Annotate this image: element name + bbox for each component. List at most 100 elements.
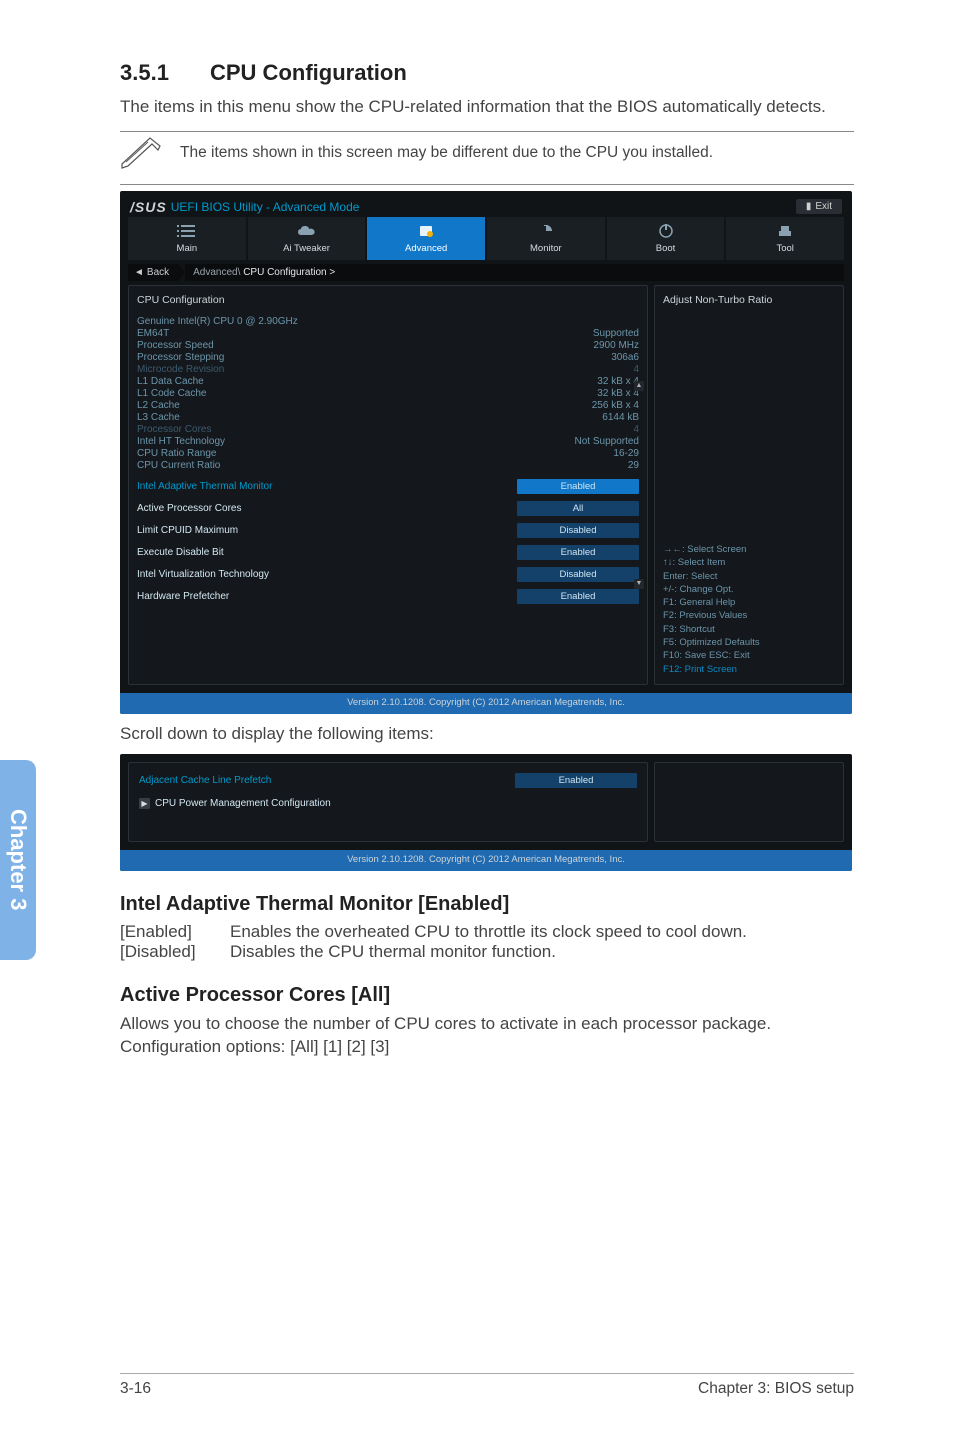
help-line: →←: Select Screen — [663, 543, 835, 556]
info-value: 6144 kB — [602, 412, 639, 423]
tab-main[interactable]: Main — [128, 217, 246, 260]
setting-row[interactable]: Intel Virtualization Technology Disabled — [137, 567, 639, 582]
breadcrumb-prefix: Advanced\ — [193, 267, 243, 278]
option-desc: Disables the CPU thermal monitor functio… — [230, 942, 556, 962]
info-value: 306a6 — [611, 352, 639, 363]
setting-label: Execute Disable Bit — [137, 547, 224, 558]
note-icon — [120, 134, 162, 172]
info-row: EM64TSupported — [137, 328, 639, 340]
setting-label: Intel Virtualization Technology — [137, 569, 269, 580]
scroll-up-icon[interactable]: ▲ — [634, 381, 644, 391]
tab-tool[interactable]: Tool — [726, 217, 844, 260]
help-line: F3: Shortcut — [663, 623, 835, 636]
info-label: CPU Ratio Range — [137, 448, 216, 459]
breadcrumb: Advanced\ CPU Configuration > — [185, 264, 844, 281]
section-heading: 3.5.1CPU Configuration — [120, 60, 854, 86]
bios-right-panel: Adjust Non-Turbo Ratio →←: Select Screen… — [654, 285, 844, 685]
info-row: L3 Cache 6144 kB — [137, 412, 639, 424]
info-label: Genuine Intel(R) CPU 0 @ 2.90GHz — [137, 316, 298, 327]
info-value: Not Supported — [575, 436, 640, 447]
intro-text: The items in this menu show the CPU-rela… — [120, 96, 854, 119]
setting-value[interactable]: Enabled — [517, 545, 639, 560]
back-button[interactable]: ◄ Back — [128, 264, 185, 281]
info-label: L3 Cache — [137, 412, 180, 423]
option-desc: Enables the overheated CPU to throttle i… — [230, 922, 747, 942]
list-icon — [175, 223, 199, 239]
exit-label: Exit — [815, 201, 832, 212]
help-block: →←: Select Screen↑↓: Select ItemEnter: S… — [663, 543, 835, 676]
exit-button[interactable]: ▮ Exit — [796, 199, 842, 214]
info-row: Processor Stepping306a6 — [137, 352, 639, 364]
section-number: 3.5.1 — [120, 60, 210, 86]
tab-row: Main Ai Tweaker Advanced Monitor Boot To… — [128, 217, 844, 260]
back-label: Back — [147, 267, 169, 278]
bios-logo-row: /SUS UEFI BIOS Utility - Advanced Mode — [130, 199, 359, 215]
panel-title: CPU Configuration — [137, 294, 639, 306]
setting-value[interactable]: Enabled — [517, 479, 639, 494]
info-row: L1 Code Cache 32 kB x 4 — [137, 388, 639, 400]
bios-title: UEFI BIOS Utility - Advanced Mode — [171, 200, 360, 214]
setting-row[interactable]: Active Processor Cores All — [137, 501, 639, 516]
info-row: CPU Ratio Range16-29 — [137, 448, 639, 460]
section-title: CPU Configuration — [210, 60, 407, 85]
tab-advanced[interactable]: Advanced — [367, 217, 485, 260]
help-line: +/-: Change Opt. — [663, 583, 835, 596]
breadcrumb-active: CPU Configuration > — [243, 267, 335, 278]
brand-logo: /SUS — [130, 199, 167, 215]
info-value: 32 kB x 4 — [597, 388, 639, 399]
monitor-icon — [534, 223, 558, 239]
subsection-heading: Active Processor Cores [All] — [120, 984, 854, 1007]
setting-row[interactable]: Hardware Prefetcher Enabled — [137, 589, 639, 604]
tab-label: Ai Tweaker — [248, 243, 366, 254]
bios-screenshot-cont: Adjacent Cache Line Prefetch Enabled ▶ C… — [120, 754, 852, 871]
info-label: L1 Data Cache — [137, 376, 204, 387]
option-row: [Disabled]Disables the CPU thermal monit… — [120, 942, 854, 962]
divider — [120, 184, 854, 185]
setting-value[interactable]: Enabled — [515, 773, 637, 788]
tab-label: Tool — [726, 243, 844, 254]
divider — [120, 131, 854, 132]
setting-label: Active Processor Cores — [137, 503, 241, 514]
setting-row[interactable]: Intel Adaptive Thermal MonitorEnabled — [137, 479, 639, 494]
back-arrow-icon: ◄ — [134, 267, 144, 278]
exit-icon: ▮ — [806, 201, 812, 212]
tab-boot[interactable]: Boot — [607, 217, 725, 260]
cloud-icon — [295, 223, 319, 239]
tab-ai-tweaker[interactable]: Ai Tweaker — [248, 217, 366, 260]
submenu-link[interactable]: CPU Power Management Configuration — [155, 798, 331, 809]
info-row: L1 Data Cache 32 kB x 4 — [137, 376, 639, 388]
setting-value[interactable]: Disabled — [517, 567, 639, 582]
scrollbar[interactable]: ▲ ▼ — [635, 381, 643, 591]
info-label: Microcode Revision — [137, 364, 224, 375]
info-label: CPU Current Ratio — [137, 460, 220, 471]
info-label: L1 Code Cache — [137, 388, 207, 399]
setting-label: Hardware Prefetcher — [137, 591, 229, 602]
footer-chapter: Chapter 3: BIOS setup — [698, 1380, 854, 1398]
info-label: Intel HT Technology — [137, 436, 225, 447]
help-line: F5: Optimized Defaults — [663, 636, 835, 649]
chip-icon — [414, 223, 438, 239]
option-key: [Disabled] — [120, 942, 230, 962]
setting-row[interactable]: Execute Disable Bit Enabled — [137, 545, 639, 560]
info-row: Genuine Intel(R) CPU 0 @ 2.90GHz — [137, 316, 639, 328]
bios2-left: Adjacent Cache Line Prefetch Enabled ▶ C… — [128, 762, 648, 842]
setting-value[interactable]: Enabled — [517, 589, 639, 604]
setting-value[interactable]: Disabled — [517, 523, 639, 538]
setting-value[interactable]: All — [517, 501, 639, 516]
setting-row[interactable]: Limit CPUID Maximum Disabled — [137, 523, 639, 538]
version-bar: Version 2.10.1208. Copyright (C) 2012 Am… — [120, 850, 852, 871]
setting-label: Limit CPUID Maximum — [137, 525, 238, 536]
chevron-right-icon: ▶ — [139, 798, 150, 809]
setting-label[interactable]: Adjacent Cache Line Prefetch — [139, 775, 271, 786]
tab-monitor[interactable]: Monitor — [487, 217, 605, 260]
info-row: Processor Speed 2900 MHz — [137, 340, 639, 352]
info-value: 2900 MHz — [593, 340, 639, 351]
note-text: The items shown in this screen may be di… — [180, 144, 713, 162]
info-label: Processor Speed — [137, 340, 214, 351]
info-value: 32 kB x 4 — [597, 376, 639, 387]
bios2-right — [654, 762, 844, 842]
scroll-down-icon[interactable]: ▼ — [634, 579, 644, 589]
tab-label: Boot — [607, 243, 725, 254]
help-line: F2: Previous Values — [663, 609, 835, 622]
help-line: F10: Save ESC: Exit — [663, 649, 835, 662]
